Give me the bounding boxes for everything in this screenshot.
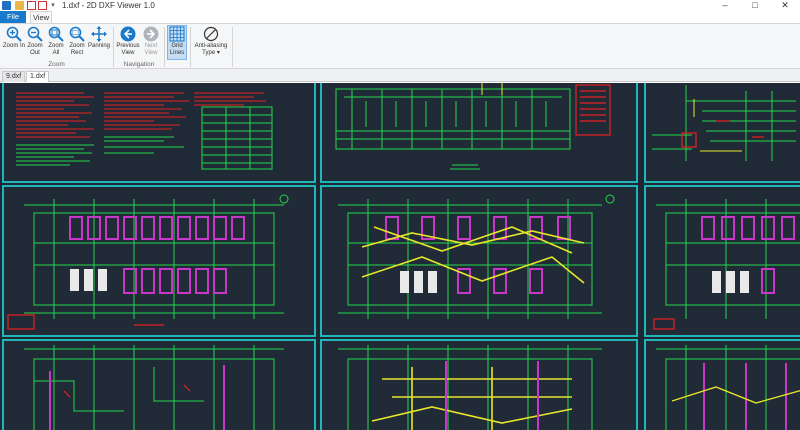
grid-lines-button[interactable]: Grid Lines [167, 25, 187, 60]
zoom-rect-label: Zoom Rect [69, 43, 85, 56]
grid-icon [169, 26, 185, 42]
previous-view-label: Previous View [116, 43, 140, 56]
arrow-right-icon [143, 26, 159, 42]
zoom-all-icon [48, 26, 64, 42]
drawing-canvas[interactable] [0, 83, 800, 430]
cad-drawing [338, 194, 615, 319]
panning-button[interactable]: Panning [88, 26, 110, 50]
drawing-sheet [320, 339, 638, 430]
cad-drawing [7, 194, 289, 330]
next-view-label: Next View [144, 43, 158, 56]
cad-drawing [24, 345, 284, 430]
ribbon-tab-bar: File View [0, 11, 800, 23]
zoom-all-label: Zoom All [48, 43, 64, 56]
next-view-button[interactable]: Next View [140, 26, 162, 56]
group-separator [232, 27, 233, 67]
drawing-sheet [644, 185, 800, 337]
zoom-rect-button[interactable]: Zoom Rect [66, 26, 88, 56]
window-controls: – □ ✕ [710, 0, 800, 11]
maximize-button[interactable]: □ [740, 0, 770, 11]
group-separator [164, 27, 165, 67]
doc-tab-1-dxf[interactable]: 1.dxf [26, 71, 50, 82]
group-separator [113, 27, 114, 67]
document-tab-bar: 9.dxf 1.dxf [0, 69, 800, 82]
cad-drawing [335, 83, 611, 170]
drawing-sheet [320, 185, 638, 337]
drawing-sheet [320, 83, 638, 183]
zoom-all-button[interactable]: Zoom All [45, 26, 67, 56]
tab-view[interactable]: View [30, 11, 52, 23]
arrow-left-icon [120, 26, 136, 42]
file-close-icon[interactable] [38, 1, 47, 10]
zoom-in-button[interactable]: Zoom In [3, 26, 25, 50]
doc-tab-9-dxf[interactable]: 9.dxf [2, 71, 26, 82]
app-icon [2, 1, 11, 10]
zoom-in-icon [6, 26, 22, 42]
anti-aliasing-icon [203, 26, 219, 42]
group-separator [190, 27, 191, 67]
drawing-sheet [2, 339, 316, 430]
drawing-sheet [2, 185, 316, 337]
cad-drawing [656, 345, 800, 430]
title-bar: ▾ 1.dxf - 2D DXF Viewer 1.0 – □ ✕ [0, 0, 800, 11]
anti-aliasing-button[interactable]: Anti-aliasing Type ▾ [193, 26, 229, 56]
drawing-sheet [644, 339, 800, 430]
close-button[interactable]: ✕ [770, 0, 800, 11]
pan-arrows-icon [91, 26, 107, 42]
zoom-group-label: Zoom [48, 61, 65, 68]
zoom-out-button[interactable]: Zoom Out [24, 26, 46, 56]
zoom-rect-icon [69, 26, 85, 42]
anti-aliasing-label: Anti-aliasing Type ▾ [194, 43, 228, 56]
drawing-sheet [644, 83, 800, 183]
previous-view-button[interactable]: Previous View [116, 26, 140, 56]
file-icon[interactable] [27, 1, 36, 10]
zoom-out-label: Zoom Out [27, 43, 43, 56]
drawing-sheet [2, 83, 316, 183]
zoom-out-icon [27, 26, 43, 42]
open-folder-icon[interactable] [15, 1, 24, 10]
grid-lines-label: Grid Lines [169, 43, 185, 56]
minimize-button[interactable]: – [710, 0, 740, 11]
cad-drawing [653, 199, 800, 330]
tab-file[interactable]: File [0, 11, 26, 23]
ribbon: Zoom In Zoom Out Zoom All Zoom Rect Pann… [0, 23, 800, 69]
panning-label: Panning [88, 43, 111, 49]
cad-drawing [338, 345, 602, 430]
quick-access-dropdown-icon[interactable]: ▾ [49, 1, 57, 10]
zoom-in-label: Zoom In [3, 43, 26, 49]
cad-drawing [652, 85, 796, 161]
navigation-group-label: Navigation [123, 61, 155, 68]
cad-drawing [16, 92, 273, 170]
window-title: 1.dxf - 2D DXF Viewer 1.0 [62, 1, 155, 10]
